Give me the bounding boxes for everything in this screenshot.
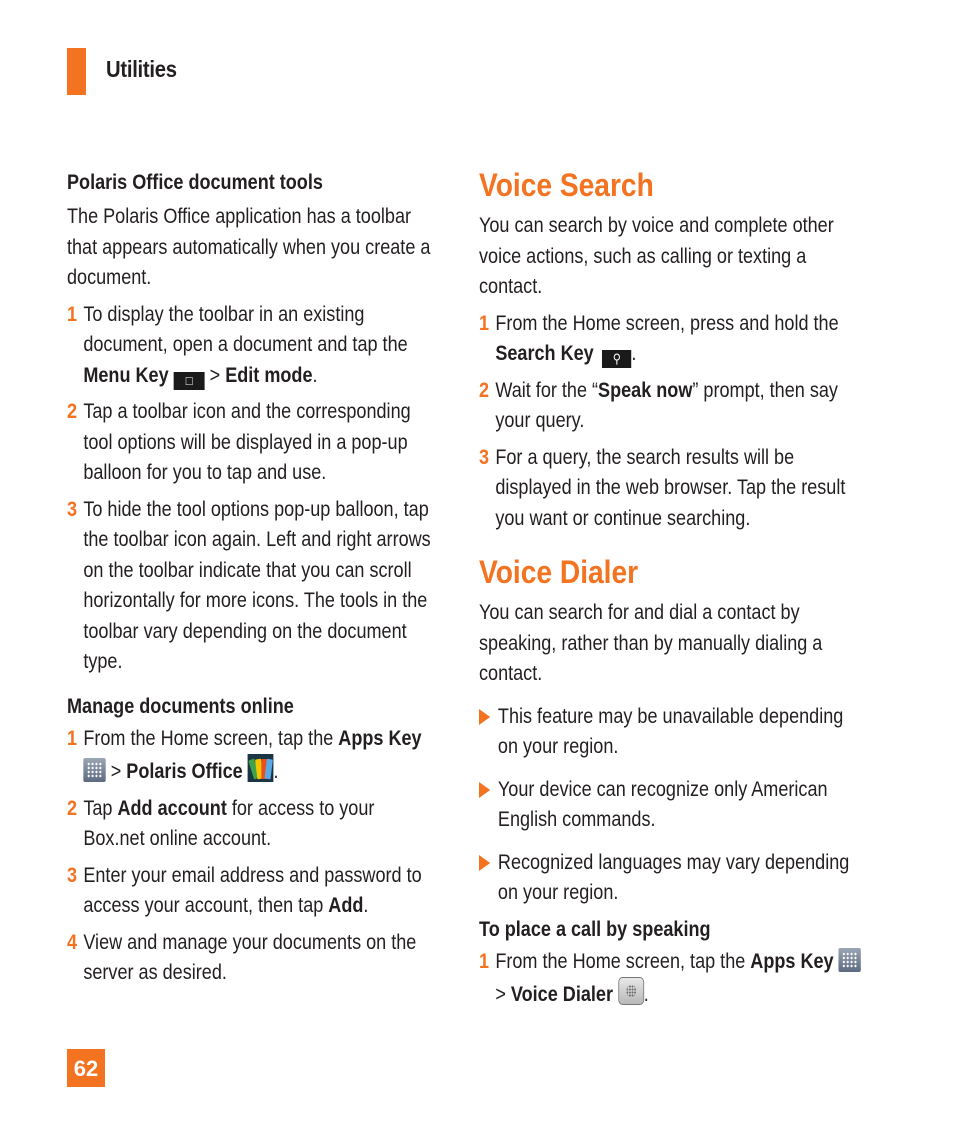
list-item: 2 Tap a toolbar icon and the correspondi…: [67, 400, 411, 484]
list-item: 4 View and manage your documents on the …: [67, 930, 417, 985]
search-key-icon: ⚲: [602, 350, 632, 368]
right-column: Voice Search You can search by voice and…: [479, 165, 869, 1011]
left-column: Polaris Office document tools The Polari…: [67, 168, 437, 989]
voice-dialer-intro: You can search for and dial a contact by…: [479, 601, 823, 685]
section-accent-bar: [67, 48, 86, 95]
triangle-bullet-icon: [479, 708, 491, 725]
list-item: 3 To hide the tool options pop-up balloo…: [67, 497, 431, 674]
list-item: 1 From the Home screen, tap the Apps Key…: [67, 726, 422, 784]
manage-online-heading: Manage documents online: [67, 694, 294, 718]
voice-dialer-icon: [617, 977, 644, 1005]
note-item: Your device can recognize only American …: [479, 775, 868, 836]
apps-key-icon: [838, 947, 861, 972]
list-item: 2 Tap Add account for access to your Box…: [67, 796, 375, 851]
triangle-bullet-icon: [479, 781, 491, 798]
section-title: Utilities: [106, 56, 177, 82]
voice-search-intro: You can search by voice and complete oth…: [479, 214, 834, 298]
list-item: 1 From the Home screen, press and hold t…: [479, 311, 839, 368]
menu-key-icon: □: [173, 371, 205, 390]
list-item: 1 To display the toolbar in an existing …: [67, 302, 408, 390]
triangle-bullet-icon: [479, 854, 491, 871]
note-item: Recognized languages may vary depending …: [479, 848, 868, 909]
call-by-speaking-heading: To place a call by speaking: [479, 917, 711, 941]
voice-search-heading: Voice Search: [479, 167, 654, 203]
voice-dialer-heading: Voice Dialer: [479, 554, 639, 590]
list-item: 3 For a query, the search results will b…: [479, 445, 846, 530]
list-item: 1 From the Home screen, tap the Apps Key…: [479, 947, 868, 1011]
note-item: This feature may be unavailable dependin…: [479, 702, 868, 763]
list-item: 3 Enter your email address and password …: [67, 863, 422, 918]
apps-key-icon: [83, 758, 106, 782]
page-number: 62: [67, 1049, 105, 1087]
polaris-tools-intro: The Polaris Office application has a too…: [67, 205, 431, 289]
polaris-office-icon: [247, 754, 274, 782]
polaris-tools-heading: Polaris Office document tools: [67, 171, 323, 194]
list-item: 2 Wait for the “Speak now” prompt, then …: [479, 378, 838, 433]
